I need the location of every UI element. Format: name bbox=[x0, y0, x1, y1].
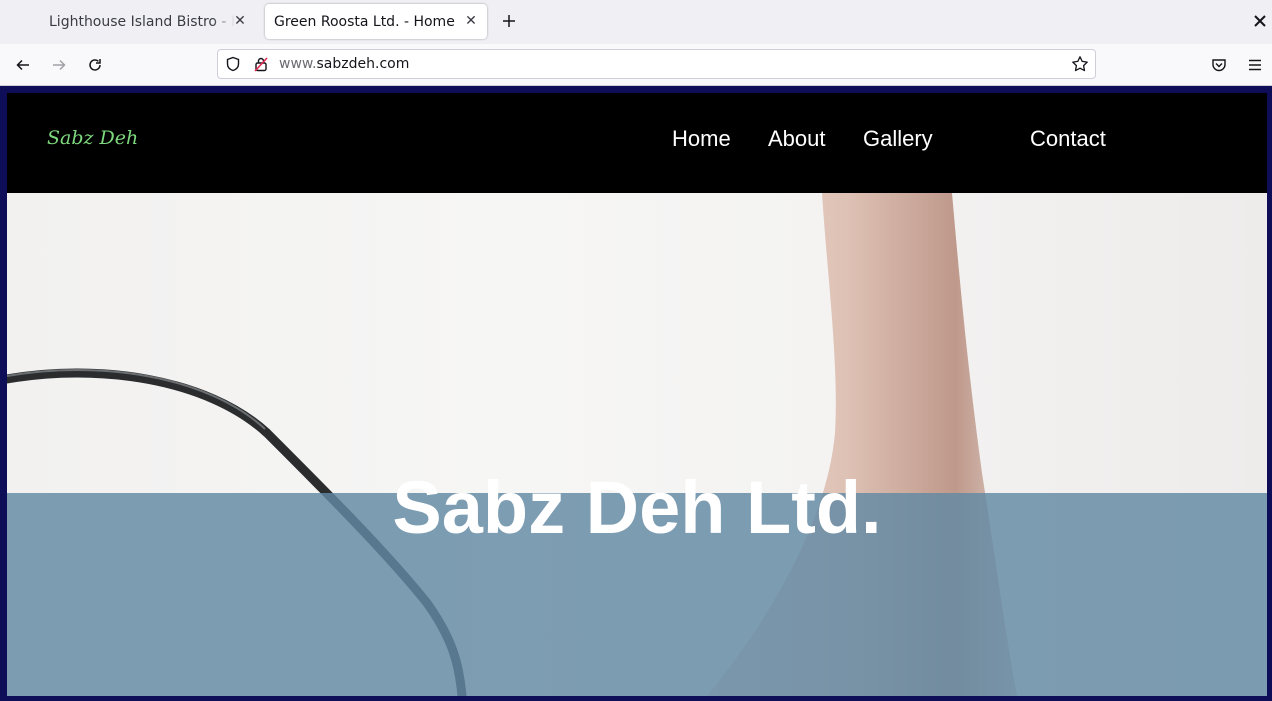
nav-about[interactable]: About bbox=[768, 126, 826, 152]
site-logo[interactable]: Sabz Deh bbox=[47, 127, 138, 149]
insecure-lock-icon[interactable] bbox=[253, 56, 269, 72]
back-icon[interactable] bbox=[10, 52, 36, 78]
hero-title: Sabz Deh Ltd. bbox=[392, 466, 882, 549]
navigation-toolbar: www.sabzdeh.com bbox=[0, 44, 1272, 86]
new-tab-icon[interactable] bbox=[497, 9, 521, 33]
bookmark-star-icon[interactable] bbox=[1071, 55, 1089, 73]
tab-lighthouse-island-bistro[interactable]: Lighthouse Island Bistro - Home ✕ bbox=[34, 4, 256, 39]
page-viewport: Sabz Deh Home About Gallery Contact Sabz… bbox=[0, 86, 1272, 701]
close-tab-icon[interactable]: ✕ bbox=[461, 11, 481, 31]
address-bar[interactable]: www.sabzdeh.com bbox=[217, 49, 1096, 79]
forward-icon[interactable] bbox=[46, 52, 72, 78]
nav-contact[interactable]: Contact bbox=[1030, 126, 1106, 152]
url-domain: sabzdeh.com bbox=[316, 56, 410, 72]
nav-home[interactable]: Home bbox=[672, 126, 731, 152]
tab-strip: Lighthouse Island Bistro - Home ✕ Green … bbox=[0, 0, 1272, 44]
reload-icon[interactable] bbox=[82, 52, 108, 78]
tab-title: Lighthouse Island Bistro - Home bbox=[49, 13, 235, 30]
pocket-icon[interactable] bbox=[1206, 52, 1232, 78]
close-tab-icon[interactable]: ✕ bbox=[230, 11, 250, 31]
nav-gallery[interactable]: Gallery bbox=[863, 126, 933, 152]
web-page: Sabz Deh Home About Gallery Contact Sabz… bbox=[7, 93, 1267, 696]
tab-title: Green Roosta Ltd. - Home bbox=[274, 13, 455, 30]
close-window-icon[interactable] bbox=[1250, 11, 1270, 31]
url-prefix: www. bbox=[279, 56, 317, 72]
site-header: Sabz Deh Home About Gallery Contact bbox=[7, 93, 1267, 193]
tab-green-roosta[interactable]: Green Roosta Ltd. - Home ✕ bbox=[265, 4, 487, 39]
app-menu-icon[interactable] bbox=[1242, 52, 1268, 78]
hero-section bbox=[7, 193, 1267, 696]
tracking-protection-shield-icon[interactable] bbox=[225, 56, 241, 72]
url-text[interactable]: www.sabzdeh.com bbox=[279, 56, 409, 72]
